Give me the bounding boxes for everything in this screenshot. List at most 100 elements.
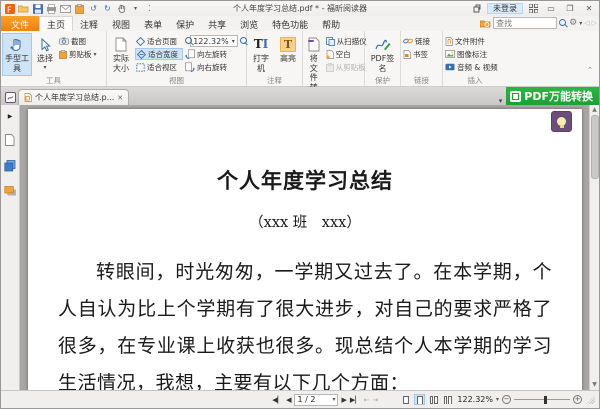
zoom-in-button[interactable]: + [573,395,582,404]
pdf-convert-button[interactable]: PDF万能转换 [506,87,599,105]
find-next-icon[interactable]: ▷ [592,19,597,27]
close-button[interactable]: ✕ [582,3,596,14]
zoom-slider-thumb[interactable] [544,395,547,404]
zoom-in-icon[interactable] [239,37,248,45]
customize-toolbar-icon[interactable]: ⁚ [144,4,155,14]
zoom-out-icon[interactable] [185,37,193,45]
pdf-page: 个人年度学习总结 （xxx 班 xxx） 转眼间，时光匆匆，一学期又过去了。在本… [28,109,582,390]
tab-home[interactable]: 主页 [39,16,74,31]
open-file-icon[interactable] [18,4,29,14]
fit-page-button[interactable]: 适合页面 [135,35,183,47]
tab-comment[interactable]: 注释 [73,16,105,31]
typewriter-button[interactable]: TI 打字机 [248,33,274,76]
find-previous-icon[interactable]: ◁ [584,19,589,27]
tab-list-dropdown-icon[interactable]: ▾ [495,97,507,105]
image-annotation-button[interactable]: 图像标注 [444,48,499,60]
search-folder-icon[interactable] [480,19,491,28]
next-view-icon[interactable]: ⇥ [373,396,379,404]
from-clipboard-label: 从剪贴板 [335,62,366,72]
page-number-box[interactable]: 1 / 2 ▾ [294,393,339,406]
document-view[interactable]: 个人年度学习总结 （xxx 班 xxx） 转眼间，时光匆匆，一学期又过去了。在本… [20,105,589,390]
ribbon-collapse-icon[interactable]: ⌃ [587,66,593,74]
redo-icon[interactable]: ↻ [102,4,113,14]
quick-access-dropdown-icon[interactable]: ▾ [130,4,141,14]
pages-panel-icon[interactable] [4,160,16,172]
continuous-facing-mode-icon[interactable] [442,394,453,405]
continuous-mode-icon[interactable] [414,394,426,405]
file-attachment-label: 文件附件 [455,36,485,46]
statusbar-zoom-value[interactable]: 122.32% [457,395,493,404]
scrollbar-thumb[interactable] [590,115,599,179]
first-page-icon[interactable]: ◀▏ [272,396,283,404]
clipboard-label: 剪贴板 [69,49,92,59]
zoom-slider[interactable] [514,395,570,404]
next-page-icon[interactable]: ▶ [341,396,346,404]
email-icon[interactable] [60,4,71,14]
clipboard-button[interactable]: 剪贴板 ▾ [58,48,98,60]
save-icon[interactable] [32,3,43,14]
tab-close-icon[interactable]: ✕ [117,94,123,102]
snapshot-button[interactable]: 截图 [58,35,98,47]
pdf-sign-button[interactable]: PDF签名 [368,33,398,76]
single-page-mode-icon[interactable] [400,394,411,405]
from-scanner-button[interactable]: 从扫描仪 [325,35,368,47]
foxit-logo-icon: F [4,3,15,14]
minimize-button[interactable]: ▭ [544,3,558,14]
rotate-left-button[interactable]: 向左旋转 [184,48,244,60]
link-icon [403,37,413,45]
zoom-out-button[interactable]: − [502,395,511,404]
document-tab[interactable]: 个人年度学习总结.p... ✕ [18,89,130,105]
scroll-up-icon[interactable]: ▲ [592,105,597,115]
previous-view-icon[interactable]: ⇤ [364,396,370,404]
last-page-icon[interactable]: ▶▏ [350,396,361,404]
tab-help[interactable]: 帮助 [315,16,347,31]
fit-width-button[interactable]: 适合宽度 [135,48,183,60]
layout-grid-icon[interactable] [528,4,539,14]
zoom-level-select[interactable]: 122.32% ▾ [190,35,238,47]
previous-page-icon[interactable]: ◀ [286,396,291,404]
bookmark-button[interactable]: 书签 [402,48,431,60]
search-settings-gear-icon[interactable]: ⚙ [569,18,577,28]
statusbar-zoom-dropdown-icon[interactable]: ▾ [496,396,499,403]
login-status[interactable]: 未登录 [487,3,523,14]
search-settings-dropdown-icon[interactable]: ▾ [579,20,582,27]
tab-browse[interactable]: 浏览 [233,16,265,31]
file-attachment-button[interactable]: 文件附件 [444,35,499,47]
start-page-icon[interactable] [3,90,18,104]
tab-form[interactable]: 表单 [137,16,169,31]
tab-share[interactable]: 共享 [201,16,233,31]
restore-button[interactable]: ❐ [563,3,577,14]
audio-video-button[interactable]: 音频 & 视频 [444,61,499,73]
bookmarks-panel-icon[interactable] [4,134,16,146]
tab-protect[interactable]: 保护 [169,16,201,31]
from-clipboard-button[interactable]: 从剪贴板 [325,61,368,73]
rotate-left-label: 向左旋转 [197,49,227,59]
undo-icon[interactable]: ↺ [88,4,99,14]
resize-grip[interactable] [586,395,595,404]
search-input[interactable] [493,17,558,29]
highlight-button[interactable]: T 高亮 [275,33,301,76]
panel-expand-icon[interactable]: ▶ [8,113,13,120]
actual-size-button[interactable]: 实际大小 [108,33,134,76]
assistant-bulb-button[interactable] [551,111,572,132]
vertical-scrollbar[interactable]: ▲ ▼ [589,105,599,390]
print-icon[interactable] [46,3,57,14]
scroll-down-icon[interactable]: ▼ [592,380,597,390]
hand-tool-quick-icon[interactable] [116,4,127,14]
search-icon[interactable] [559,19,567,27]
snapshot-label: 截图 [71,36,86,46]
tab-file[interactable]: 文件 [1,16,40,31]
fit-visible-button[interactable]: 适合视区 [135,61,183,73]
paste-icon[interactable] [74,3,85,14]
hand-tool-label: 手型工具 [5,54,29,73]
hand-tool-button[interactable]: 手型工具 [2,33,32,76]
facing-mode-icon[interactable] [428,394,439,405]
comments-panel-icon[interactable] [4,186,16,198]
link-button[interactable]: 链接 [402,35,431,47]
select-button[interactable]: 选择 ▾ [33,33,57,76]
rotate-right-button[interactable]: 向右旋转 [184,61,244,73]
share-icon[interactable] [471,4,482,14]
blank-button[interactable]: 空白 [325,48,368,60]
tab-view[interactable]: 视图 [105,16,137,31]
tab-features[interactable]: 特色功能 [265,16,315,31]
